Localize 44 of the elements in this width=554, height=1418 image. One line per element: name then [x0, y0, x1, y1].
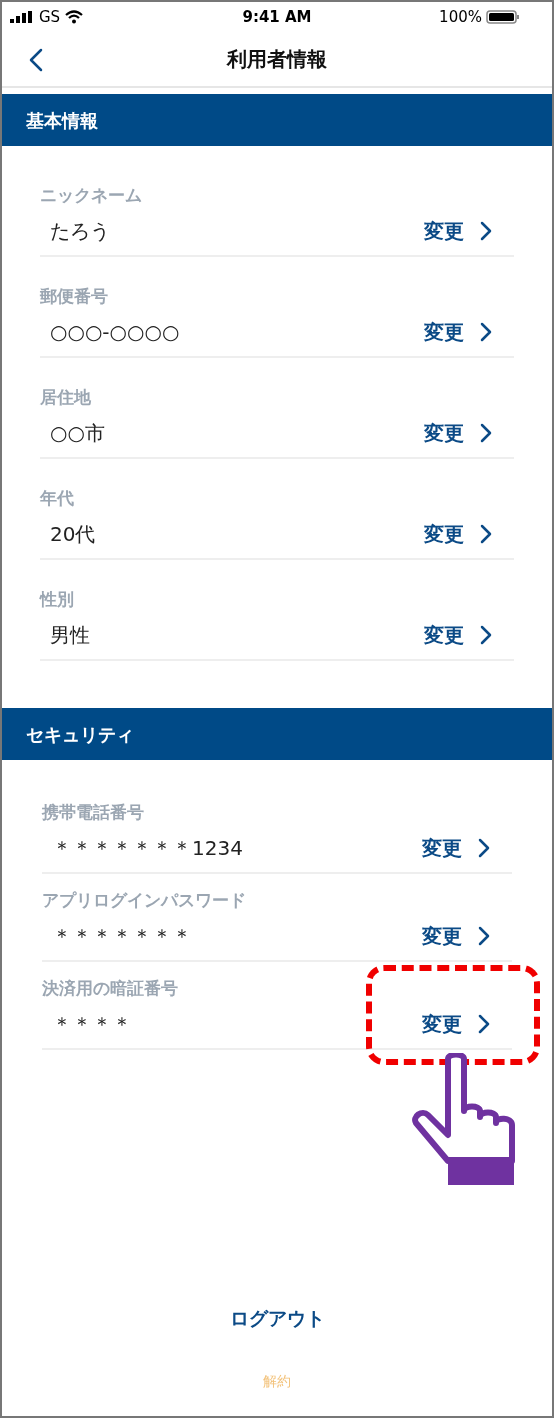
back-button[interactable] [28, 48, 44, 72]
field-label: 性別 [40, 588, 75, 611]
battery-icon [486, 10, 520, 24]
field-label: 郵便番号 [40, 285, 109, 308]
field-value: ○○○-○○○○ [50, 319, 181, 346]
change-button[interactable]: 変更 [424, 418, 514, 448]
change-button[interactable]: 変更 [424, 216, 514, 246]
field-label: 決済用の暗証番号 [42, 977, 179, 1000]
field-value: ＊＊＊＊＊＊＊ [52, 923, 193, 950]
field-label: 携帯電話番号 [42, 801, 145, 824]
wifi-icon [65, 10, 84, 24]
chevron-right-icon [478, 1014, 490, 1034]
change-button[interactable]: 変更 [424, 317, 514, 347]
chevron-right-icon [480, 221, 492, 241]
field-label: 年代 [40, 487, 75, 510]
change-button[interactable]: 変更 [422, 1009, 512, 1039]
field-value: たろう [50, 218, 111, 245]
field-value: ○○市 [50, 420, 106, 447]
field-label: アプリログインパスワード [42, 889, 247, 912]
clock-text: 9:41 AM [241, 6, 313, 28]
field-value: 20代 [50, 521, 97, 548]
chevron-right-icon [478, 926, 490, 946]
chevron-right-icon [480, 322, 492, 342]
section-header: 基本情報 [2, 94, 552, 146]
change-button[interactable]: 変更 [422, 921, 512, 951]
chevron-right-icon [478, 838, 490, 858]
field-value: 男性 [50, 622, 91, 649]
section-header: セキュリティ [2, 708, 552, 760]
carrier-text: GS [39, 6, 61, 28]
field-value: ＊＊＊＊ [52, 1011, 133, 1038]
chevron-right-icon [480, 524, 492, 544]
logout-button[interactable]: ログアウト [229, 1304, 325, 1333]
chevron-right-icon [480, 423, 492, 443]
signal-icon [10, 11, 34, 23]
change-button[interactable]: 変更 [422, 833, 512, 863]
change-button[interactable]: 変更 [424, 620, 514, 650]
field-label: 居住地 [40, 386, 92, 409]
field-label: ニックネーム [40, 184, 143, 207]
chevron-right-icon [480, 625, 492, 645]
back-icon [28, 48, 44, 72]
page-title: 利用者情報 [227, 46, 327, 73]
field-value: ＊＊＊＊＊＊＊1234 [52, 835, 244, 862]
change-button[interactable]: 変更 [424, 519, 514, 549]
battery-text: 100% [439, 6, 482, 28]
